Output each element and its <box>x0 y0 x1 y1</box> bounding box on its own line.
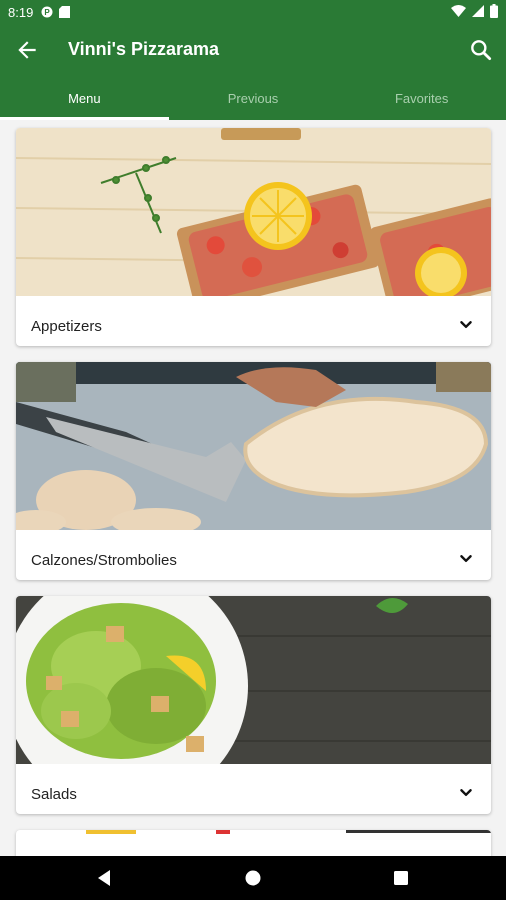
nav-back-icon[interactable] <box>94 867 116 889</box>
category-label: Salads <box>31 786 77 803</box>
calzones-image <box>16 362 491 530</box>
menu-category-list[interactable]: Appetizers Calzones/Strombolies Salads <box>0 120 506 856</box>
app-bar: Vinni's Pizzarama <box>0 24 506 76</box>
category-card-appetizers[interactable]: Appetizers <box>16 128 491 346</box>
category-card-salads[interactable]: Salads <box>16 596 491 814</box>
tab-favorites[interactable]: Favorites <box>337 76 506 120</box>
signal-icon <box>472 5 484 17</box>
nav-home-icon[interactable] <box>242 867 264 889</box>
system-navigation-bar <box>0 856 506 900</box>
salads-image <box>16 596 491 764</box>
tab-bar: Menu Previous Favorites <box>0 76 506 120</box>
category-label: Calzones/Strombolies <box>31 552 177 569</box>
category-card-partial[interactable] <box>16 830 491 856</box>
nav-recents-icon[interactable] <box>390 867 412 889</box>
search-icon[interactable] <box>468 37 494 63</box>
battery-icon <box>490 4 498 18</box>
category-label: Appetizers <box>31 318 102 335</box>
wifi-icon <box>451 5 466 17</box>
chevron-down-icon[interactable] <box>455 314 477 336</box>
page-title: Vinni's Pizzarama <box>68 39 220 59</box>
chevron-down-icon[interactable] <box>455 782 477 804</box>
status-bar: 8:19 P <box>0 0 506 24</box>
status-time: 8:19 <box>8 4 34 20</box>
sd-card-icon <box>59 6 71 18</box>
chevron-down-icon[interactable] <box>455 548 477 570</box>
tab-previous[interactable]: Previous <box>169 76 338 120</box>
category-card-calzones[interactable]: Calzones/Strombolies <box>16 362 491 580</box>
appetizers-image <box>16 128 491 296</box>
back-arrow-icon[interactable] <box>14 37 40 63</box>
svg-text:P: P <box>45 8 51 17</box>
notification-icon: P <box>41 6 53 18</box>
tab-menu[interactable]: Menu <box>0 76 169 120</box>
